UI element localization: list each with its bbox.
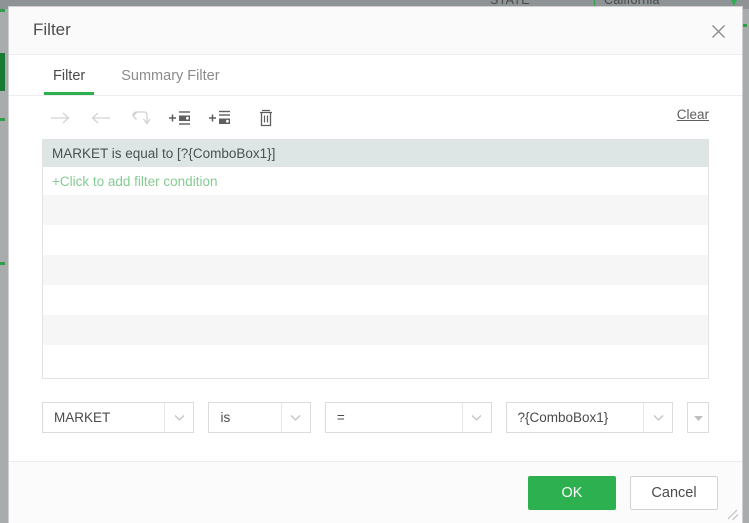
- filter-toolbar: Clear: [42, 96, 709, 139]
- list-item[interactable]: [43, 195, 708, 225]
- background-accent-mark: [0, 53, 5, 91]
- filter-dialog: Filter Filter Summary Filter Clear MARKE…: [9, 7, 742, 523]
- list-item[interactable]: [43, 285, 708, 315]
- ok-button[interactable]: OK: [528, 475, 616, 510]
- arrow-curve-down-icon[interactable]: [122, 103, 158, 133]
- operator-combobox-value[interactable]: =: [326, 403, 462, 432]
- list-item[interactable]: [43, 315, 708, 345]
- background-column-header-state: STATE: [490, 0, 530, 7]
- list-item[interactable]: [43, 225, 708, 255]
- background-accent-mark: [0, 9, 5, 12]
- chevron-down-icon[interactable]: [164, 403, 193, 432]
- tab-filter[interactable]: Filter: [44, 68, 95, 95]
- list-item[interactable]: [43, 255, 708, 285]
- chevron-down-icon[interactable]: [643, 403, 672, 432]
- background-accent-mark: [0, 262, 5, 265]
- dialog-footer: OK Cancel: [9, 461, 742, 523]
- dialog-body: Clear MARKET is equal to [?{ComboBox1}] …: [9, 96, 742, 461]
- dialog-title: Filter: [33, 20, 71, 39]
- background-column-value-california: California: [604, 0, 660, 7]
- arrow-right-icon[interactable]: [42, 103, 78, 133]
- list-item[interactable]: [43, 345, 708, 375]
- verb-combobox-value[interactable]: is: [209, 403, 280, 432]
- dialog-tabs: Filter Summary Filter: [9, 55, 742, 96]
- ok-button-label: OK: [561, 484, 583, 501]
- tab-filter-label: Filter: [53, 68, 86, 84]
- filter-condition-list[interactable]: MARKET is equal to [?{ComboBox1}] +Click…: [42, 139, 709, 379]
- tab-summary-filter-label: Summary Filter: [121, 68, 220, 84]
- triangle-down-icon[interactable]: [687, 402, 709, 433]
- resize-grip-icon[interactable]: [725, 507, 739, 521]
- close-icon[interactable]: [700, 13, 736, 49]
- clear-link[interactable]: Clear: [677, 107, 709, 122]
- operator-combobox[interactable]: =: [324, 402, 492, 433]
- field-combobox-value[interactable]: MARKET: [43, 403, 164, 432]
- verb-combobox[interactable]: is: [208, 402, 311, 433]
- add-group-icon[interactable]: [202, 103, 238, 133]
- arrow-left-icon[interactable]: [82, 103, 118, 133]
- cancel-button-label: Cancel: [651, 484, 697, 501]
- background-right-strip: [742, 9, 749, 523]
- trash-icon[interactable]: [248, 103, 284, 133]
- background-accent-mark: [0, 118, 5, 121]
- filter-condition-text: MARKET is equal to [?{ComboBox1}]: [52, 146, 276, 161]
- dialog-titlebar: Filter: [9, 7, 742, 55]
- add-filter-condition-row[interactable]: +Click to add filter condition: [43, 167, 708, 195]
- cancel-button[interactable]: Cancel: [630, 475, 718, 510]
- tab-summary-filter[interactable]: Summary Filter: [112, 68, 228, 95]
- value-combobox-value[interactable]: ?{ComboBox1}: [507, 403, 644, 432]
- add-row-icon[interactable]: [162, 103, 198, 133]
- chevron-down-icon[interactable]: [280, 403, 310, 432]
- filter-condition-row[interactable]: MARKET is equal to [?{ComboBox1}]: [43, 140, 708, 167]
- value-combobox[interactable]: ?{ComboBox1}: [505, 402, 674, 433]
- background-accent-mark: [742, 24, 747, 27]
- add-filter-condition-label: +Click to add filter condition: [52, 173, 218, 189]
- background-left-strip: [0, 9, 9, 523]
- chevron-down-icon[interactable]: [461, 403, 491, 432]
- field-combobox[interactable]: MARKET: [42, 402, 195, 433]
- filter-editor-row: MARKET is = ?{ComboBox1}: [42, 402, 709, 433]
